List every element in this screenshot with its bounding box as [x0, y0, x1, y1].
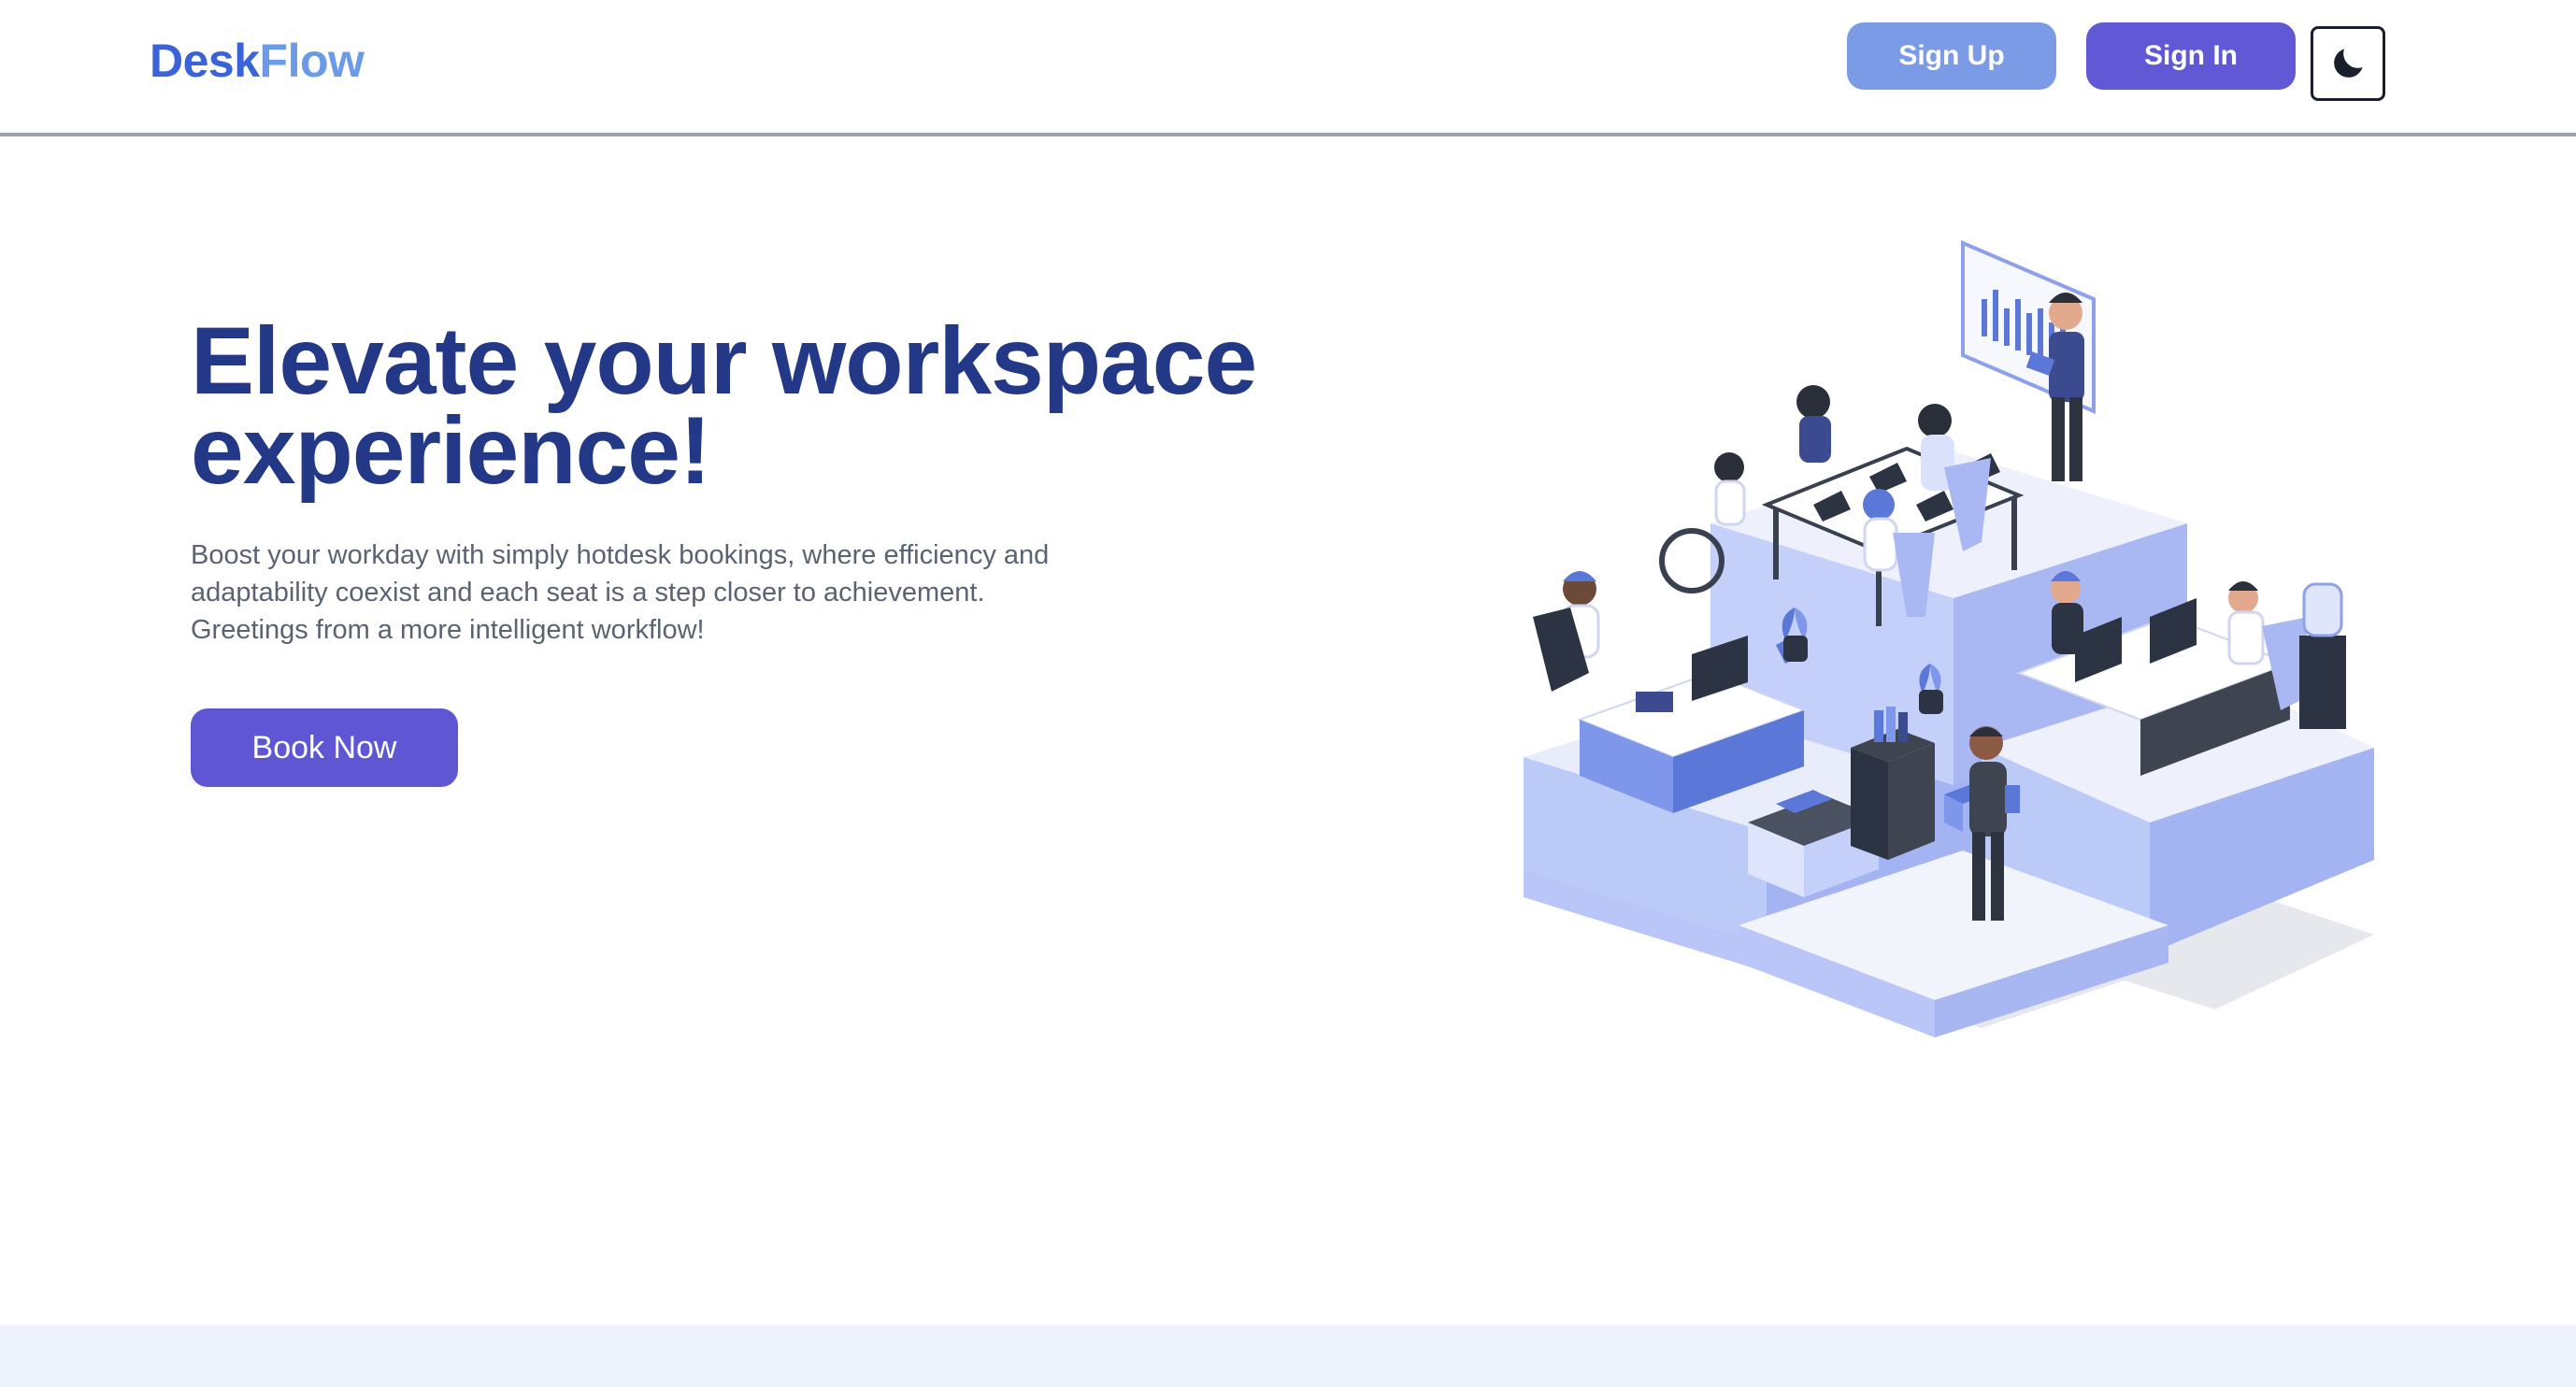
brand-logo[interactable]: DeskFlow [150, 34, 365, 88]
sign-in-button[interactable]: Sign In [2086, 22, 2296, 90]
theme-toggle-button[interactable] [2311, 26, 2385, 101]
hero-description: Boost your workday with simply hotdesk b… [191, 540, 1050, 645]
moon-icon [2334, 49, 2363, 78]
hero-title: Elevate your workspace experience! [191, 307, 1257, 504]
sign-up-button[interactable]: Sign Up [1847, 22, 2056, 90]
next-section-band [0, 1325, 2576, 1387]
landing-page: DeskFlow Sign Up Sign In Elevate your wo… [0, 0, 2576, 1387]
top-navbar: DeskFlow Sign Up Sign In [0, 0, 2576, 136]
office-illustration [1524, 239, 2374, 1037]
brand-logo-part2: Flow [259, 35, 365, 87]
book-now-button[interactable]: Book Now [191, 708, 458, 787]
brand-logo-part1: Desk [150, 35, 260, 87]
